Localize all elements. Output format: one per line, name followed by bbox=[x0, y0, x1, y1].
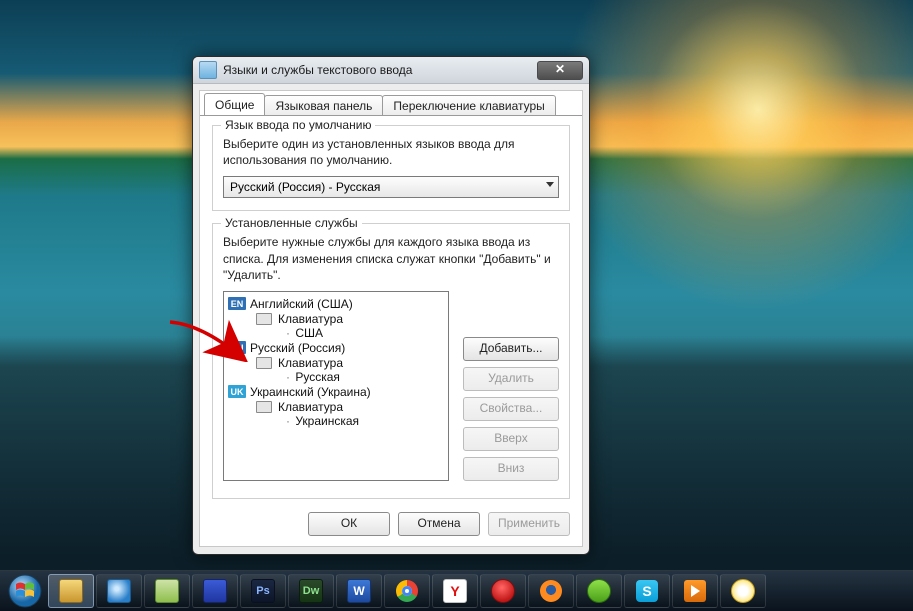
save-floppy-icon bbox=[203, 579, 227, 603]
taskbar-word[interactable]: W bbox=[336, 574, 382, 608]
tree-keyboard-node[interactable]: Клавиатура bbox=[228, 356, 444, 370]
yandex-icon: Y bbox=[443, 579, 467, 603]
taskbar-yandex[interactable]: Y bbox=[432, 574, 478, 608]
windows-logo-icon bbox=[8, 574, 42, 608]
group-installed-services: Установленные службы Выберите нужные слу… bbox=[212, 223, 570, 499]
tab-language-bar[interactable]: Языковая панель bbox=[264, 95, 383, 116]
dreamweaver-icon: Dw bbox=[299, 579, 323, 603]
lang-badge-icon: UK bbox=[228, 385, 246, 398]
keyboard-icon bbox=[256, 401, 272, 413]
chevron-down-icon bbox=[546, 182, 554, 187]
tree-layout-node[interactable]: Украинская bbox=[228, 414, 444, 428]
remove-button[interactable]: Удалить bbox=[463, 367, 559, 391]
taskbar-skype[interactable]: S bbox=[624, 574, 670, 608]
dialog-window: Языки и службы текстового ввода ✕ Общие … bbox=[192, 56, 590, 555]
tab-keyboard-switch[interactable]: Переключение клавиатуры bbox=[382, 95, 555, 116]
move-down-button[interactable]: Вниз bbox=[463, 457, 559, 481]
chrome-icon bbox=[396, 580, 418, 602]
window-body: Общие Языковая панель Переключение клави… bbox=[199, 90, 583, 547]
tab-general[interactable]: Общие bbox=[204, 93, 265, 115]
keyboard-icon bbox=[256, 357, 272, 369]
titlebar[interactable]: Языки и службы текстового ввода ✕ bbox=[193, 57, 589, 84]
lang-badge-icon: RU bbox=[228, 341, 246, 354]
tree-keyboard-label: Клавиатура bbox=[278, 312, 343, 326]
cancel-button[interactable]: Отмена bbox=[398, 512, 480, 536]
taskbar: Ps Dw W Y S bbox=[0, 570, 913, 611]
language-tree[interactable]: ENАнглийский (США)Клавиатура СШАRUРусски… bbox=[223, 291, 449, 481]
window-icon bbox=[199, 61, 217, 79]
group-default-legend: Язык ввода по умолчанию bbox=[221, 118, 375, 132]
group-installed-desc: Выберите нужные службы для каждого языка… bbox=[223, 234, 559, 283]
photoshop-icon: Ps bbox=[251, 579, 275, 603]
tree-lang-label: Украинский (Украина) bbox=[250, 385, 371, 399]
taskbar-firefox[interactable] bbox=[528, 574, 574, 608]
taskbar-dreamweaver[interactable]: Dw bbox=[288, 574, 334, 608]
explorer-icon bbox=[59, 579, 83, 603]
move-up-button[interactable]: Вверх bbox=[463, 427, 559, 451]
media-player-icon bbox=[684, 580, 706, 602]
add-button[interactable]: Добавить... bbox=[463, 337, 559, 361]
taskbar-icq[interactable] bbox=[576, 574, 622, 608]
tree-keyboard-node[interactable]: Клавиатура bbox=[228, 400, 444, 414]
keyboard-icon bbox=[256, 313, 272, 325]
tree-and-buttons: ENАнглийский (США)Клавиатура СШАRUРусски… bbox=[223, 291, 559, 481]
apply-button[interactable]: Применить bbox=[488, 512, 570, 536]
close-button[interactable]: ✕ bbox=[537, 61, 583, 80]
opera-icon bbox=[491, 579, 515, 603]
tree-lang-ru[interactable]: RU Русский (Россия) bbox=[228, 340, 444, 356]
taskbar-media-player[interactable] bbox=[672, 574, 718, 608]
tree-layout-node[interactable]: Русская bbox=[228, 370, 444, 384]
tree-lang-en[interactable]: EN Английский (США) bbox=[228, 296, 444, 312]
internet-explorer-icon bbox=[107, 579, 131, 603]
side-buttons: Добавить... Удалить Свойства... Вверх Вн… bbox=[463, 337, 559, 481]
tree-lang-label: Русский (Россия) bbox=[250, 341, 345, 355]
tree-layout-node[interactable]: США bbox=[228, 326, 444, 340]
tab-content: Язык ввода по умолчанию Выберите один из… bbox=[200, 115, 582, 546]
tree-layout-label: Украинская bbox=[286, 414, 359, 428]
icq-icon bbox=[587, 579, 611, 603]
ok-button[interactable]: ОК bbox=[308, 512, 390, 536]
notepad-icon bbox=[155, 579, 179, 603]
tree-keyboard-label: Клавиатура bbox=[278, 400, 343, 414]
group-installed-legend: Установленные службы bbox=[221, 216, 362, 230]
taskbar-opera[interactable] bbox=[480, 574, 526, 608]
taskbar-photoshop[interactable]: Ps bbox=[240, 574, 286, 608]
tree-layout-label: США bbox=[286, 326, 323, 340]
taskbar-save-floppy[interactable] bbox=[192, 574, 238, 608]
dialog-buttons: ОК Отмена Применить bbox=[308, 512, 570, 536]
lang-badge-icon: EN bbox=[228, 297, 246, 310]
tree-lang-label: Английский (США) bbox=[250, 297, 353, 311]
tree-layout-label: Русская bbox=[286, 370, 340, 384]
group-default-language: Язык ввода по умолчанию Выберите один из… bbox=[212, 125, 570, 211]
desktop: Языки и службы текстового ввода ✕ Общие … bbox=[0, 0, 913, 611]
tab-strip: Общие Языковая панель Переключение клави… bbox=[200, 91, 582, 115]
properties-button[interactable]: Свойства... bbox=[463, 397, 559, 421]
skype-icon: S bbox=[636, 580, 658, 602]
taskbar-internet-explorer[interactable] bbox=[96, 574, 142, 608]
group-default-desc: Выберите один из установленных языков вв… bbox=[223, 136, 559, 168]
tree-keyboard-node[interactable]: Клавиатура bbox=[228, 312, 444, 326]
tree-keyboard-label: Клавиатура bbox=[278, 356, 343, 370]
taskbar-qip[interactable] bbox=[720, 574, 766, 608]
taskbar-explorer[interactable] bbox=[48, 574, 94, 608]
firefox-icon bbox=[540, 580, 562, 602]
taskbar-notepad[interactable] bbox=[144, 574, 190, 608]
window-title: Языки и службы текстового ввода bbox=[223, 63, 412, 77]
default-language-combo[interactable]: Русский (Россия) - Русская bbox=[223, 176, 559, 198]
taskbar-chrome[interactable] bbox=[384, 574, 430, 608]
start-button[interactable] bbox=[4, 574, 46, 608]
combo-value: Русский (Россия) - Русская bbox=[230, 180, 380, 194]
tree-lang-uk[interactable]: UK Украинский (Украина) bbox=[228, 384, 444, 400]
word-icon: W bbox=[347, 579, 371, 603]
qip-icon bbox=[731, 579, 755, 603]
